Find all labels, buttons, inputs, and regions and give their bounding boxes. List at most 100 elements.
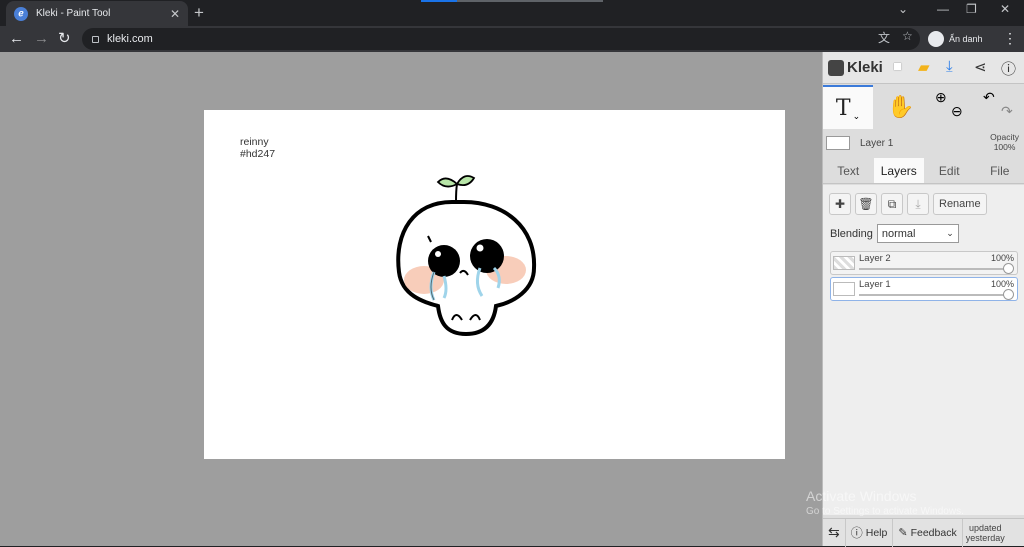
incognito-icon	[928, 31, 944, 47]
tool-row: T ⌄ ✋ ⊕ ⊖ ↶ ↷	[823, 85, 1024, 129]
undo-icon[interactable]: ↶	[983, 89, 995, 106]
panel-header: Kleki ■ ▰ ⤓ ⋖ ⓘ	[823, 52, 1024, 84]
trash-icon: 🗑	[858, 197, 873, 211]
share-icon[interactable]: ⋖	[974, 58, 987, 76]
lock-icon	[92, 36, 99, 43]
layers-panel: ✚ 🗑 ⧉ ⤓ Rename Blending normal ⌄ Layer 2…	[823, 185, 1024, 515]
close-tab-icon[interactable]: ✕	[170, 7, 180, 21]
minimize-icon[interactable]: —	[937, 2, 949, 16]
text-tool-button[interactable]: T ⌄	[823, 85, 873, 129]
tab-text[interactable]: Text	[823, 158, 874, 183]
add-layer-button[interactable]: ✚	[829, 193, 851, 215]
delete-layer-button[interactable]: 🗑	[855, 193, 877, 215]
zoom-buttons: ⊕ ⊖	[927, 85, 973, 129]
kleki-logo-icon	[828, 60, 844, 76]
new-image-icon[interactable]: ■	[893, 58, 902, 75]
caption-line-1: reinny	[240, 136, 275, 148]
duplicate-icon: ⧉	[888, 197, 897, 212]
kleki-logo-text: Kleki	[847, 59, 883, 76]
hand-icon: ✋	[887, 94, 914, 120]
layer-opacity-readout: Opacity 100%	[990, 132, 1019, 152]
help-label: Help	[866, 527, 888, 539]
tab-file[interactable]: File	[975, 158, 1024, 183]
tool-options-chevron-icon[interactable]: ⌄	[853, 111, 861, 122]
tab-search-icon[interactable]: ⌄	[898, 2, 908, 16]
merge-layer-button[interactable]: ⤓	[907, 193, 929, 215]
caption-line-2: #hd247	[240, 148, 275, 160]
zoom-out-icon[interactable]: ⊖	[951, 103, 963, 120]
plus-icon: ✚	[835, 197, 845, 211]
layer-actions: ✚ 🗑 ⧉ ⤓ Rename	[829, 193, 987, 215]
updated-line-1: updated	[966, 523, 1005, 533]
layer-item[interactable]: Layer 1 100%	[830, 277, 1018, 301]
close-window-icon[interactable]: ✕	[1000, 2, 1010, 16]
panel-footer: ⇆ ⓘ Help ✎ Feedback updated yesterday	[823, 518, 1024, 546]
layer-item[interactable]: Layer 2 100%	[830, 251, 1018, 275]
chevron-down-icon: ⌄	[946, 228, 954, 239]
layer-item-opacity: 100%	[991, 253, 1014, 263]
opacity-value: 100%	[990, 142, 1019, 152]
new-tab-icon[interactable]: +	[194, 3, 204, 23]
forward-icon[interactable]: →	[34, 30, 49, 48]
restore-icon[interactable]: ❐	[966, 2, 977, 16]
current-layer-thumbnail	[826, 136, 850, 150]
layer-opacity-knob[interactable]	[1003, 263, 1014, 274]
browser-tab-strip: ℯ Kleki - Paint Tool ✕ + ⌄ — ❐ ✕	[0, 0, 1024, 26]
translate-icon[interactable]: ⽂	[878, 29, 890, 46]
drawing-canvas[interactable]: reinny #hd247	[204, 110, 785, 459]
help-button[interactable]: ⓘ Help	[846, 519, 894, 547]
incognito-label: Ẩn danh	[949, 34, 983, 44]
tab-layers[interactable]: Layers	[874, 158, 925, 183]
hand-tool-button[interactable]: ✋	[878, 85, 924, 129]
blending-row: Blending normal ⌄	[830, 224, 959, 243]
zoom-in-icon[interactable]: ⊕	[935, 89, 947, 106]
kleki-logo[interactable]: Kleki	[828, 59, 883, 76]
layer-opacity-knob[interactable]	[1003, 289, 1014, 300]
opacity-label: Opacity	[990, 132, 1019, 142]
reload-icon[interactable]: ↻	[58, 30, 71, 48]
kleki-side-panel: Kleki ■ ▰ ⤓ ⋖ ⓘ T ⌄ ✋ ⊕ ⊖ ↶ ↷ Layer 1 Op…	[822, 52, 1024, 546]
open-folder-icon[interactable]: ▰	[918, 58, 930, 76]
browser-toolbar: ← → ↻ kleki.com ⽂ ☆ Ẩn danh ⋮	[0, 26, 1024, 52]
canvas-caption: reinny #hd247	[240, 136, 275, 160]
rename-layer-button[interactable]: Rename	[933, 193, 987, 215]
layer-thumbnail	[833, 256, 855, 270]
url-text: kleki.com	[107, 33, 153, 45]
canvas-workspace[interactable]: reinny #hd247	[0, 52, 822, 546]
duplicate-layer-button[interactable]: ⧉	[881, 193, 903, 215]
bookmark-star-icon[interactable]: ☆	[902, 29, 913, 43]
download-icon[interactable]: ⤓	[946, 58, 953, 75]
changelog-link[interactable]: updated yesterday	[963, 523, 1008, 543]
layer-opacity-slider[interactable]	[859, 294, 1011, 296]
undo-redo-buttons: ↶ ↷	[975, 85, 1024, 129]
feedback-label: Feedback	[911, 527, 957, 539]
current-layer-name: Layer 1	[860, 138, 893, 149]
browser-tab[interactable]: ℯ Kleki - Paint Tool ✕	[6, 1, 188, 26]
merge-down-icon: ⤓	[915, 197, 920, 212]
address-bar[interactable]: kleki.com	[82, 28, 920, 50]
panel-tabs: Text Layers Edit File	[823, 158, 1024, 184]
loading-bar-segment	[421, 0, 457, 2]
back-icon[interactable]: ←	[9, 30, 24, 48]
tab-edit[interactable]: Edit	[924, 158, 975, 183]
swap-icon: ⇆	[828, 524, 840, 541]
layer-item-opacity: 100%	[991, 279, 1014, 289]
help-icon: ⓘ	[851, 524, 863, 541]
layer-thumbnail	[833, 282, 855, 296]
feedback-icon: ✎	[898, 526, 907, 539]
text-tool-icon: T	[836, 96, 851, 121]
incognito-profile[interactable]: Ẩn danh	[928, 29, 983, 49]
kleki-favicon-icon: ℯ	[14, 7, 28, 21]
browser-menu-icon[interactable]: ⋮	[1003, 30, 1017, 47]
layer-item-name: Layer 1	[859, 279, 891, 290]
updated-line-2: yesterday	[966, 533, 1005, 543]
swap-sides-button[interactable]: ⇆	[823, 519, 846, 547]
help-circle-icon[interactable]: ⓘ	[1001, 58, 1016, 79]
layer-opacity-slider[interactable]	[859, 268, 1011, 270]
blending-value: normal	[882, 228, 916, 240]
redo-icon[interactable]: ↷	[1001, 103, 1013, 120]
current-layer-info: Layer 1 Opacity 100%	[823, 130, 1024, 158]
feedback-button[interactable]: ✎ Feedback	[893, 519, 962, 547]
blending-select[interactable]: normal ⌄	[877, 224, 959, 243]
layer-item-name: Layer 2	[859, 253, 891, 264]
